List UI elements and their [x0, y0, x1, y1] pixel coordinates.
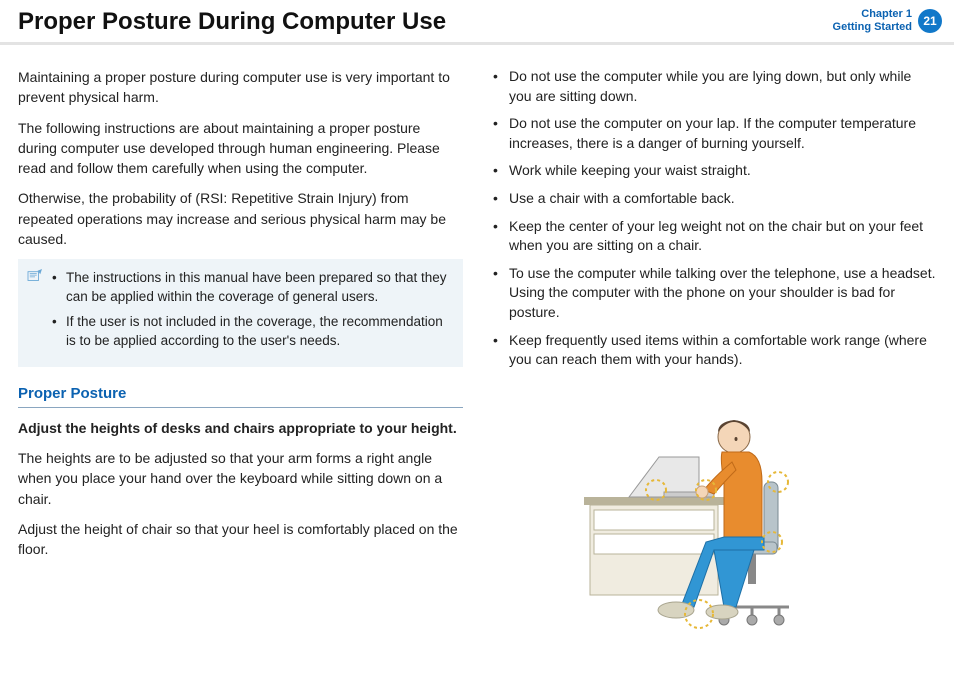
list-item: Use a chair with a comfortable back.	[491, 189, 936, 209]
note-item: If the user is not included in the cover…	[52, 313, 451, 351]
body-p5: Adjust the height of chair so that your …	[18, 519, 463, 560]
chapter-line1: Chapter 1	[833, 8, 912, 21]
list-item: Do not use the computer while you are ly…	[491, 67, 936, 106]
page-header: Proper Posture During Computer Use Chapt…	[0, 0, 954, 45]
chapter-text: Chapter 1 Getting Started	[833, 8, 912, 34]
content: Maintaining a proper posture during comp…	[0, 45, 954, 642]
chapter-line2: Getting Started	[833, 21, 912, 34]
left-column: Maintaining a proper posture during comp…	[18, 67, 463, 632]
intro-p1: Maintaining a proper posture during comp…	[18, 67, 463, 108]
note-box: The instructions in this manual have bee…	[18, 259, 463, 367]
list-item: Work while keeping your waist straight.	[491, 161, 936, 181]
list-item: Do not use the computer on your lap. If …	[491, 114, 936, 153]
note-icon	[26, 269, 44, 283]
page-number-badge: 21	[918, 9, 942, 33]
tips-list: Do not use the computer while you are ly…	[491, 67, 936, 370]
right-column: Do not use the computer while you are ly…	[491, 67, 936, 632]
intro-p3: Otherwise, the probability of (RSI: Repe…	[18, 188, 463, 249]
chapter-box: Chapter 1 Getting Started 21	[833, 8, 942, 34]
list-item: Keep frequently used items within a comf…	[491, 331, 936, 370]
list-item: Keep the center of your leg weight not o…	[491, 217, 936, 256]
posture-illustration	[491, 382, 936, 632]
page-title: Proper Posture During Computer Use	[18, 8, 446, 36]
posture-svg	[564, 382, 864, 632]
list-item: To use the computer while talking over t…	[491, 264, 936, 323]
note-list: The instructions in this manual have bee…	[52, 269, 451, 351]
subheading: Adjust the heights of desks and chairs a…	[18, 418, 463, 438]
note-item: The instructions in this manual have bee…	[52, 269, 451, 307]
body-p4: The heights are to be adjusted so that y…	[18, 448, 463, 509]
intro-p2: The following instructions are about mai…	[18, 118, 463, 179]
section-heading: Proper Posture	[18, 383, 463, 408]
